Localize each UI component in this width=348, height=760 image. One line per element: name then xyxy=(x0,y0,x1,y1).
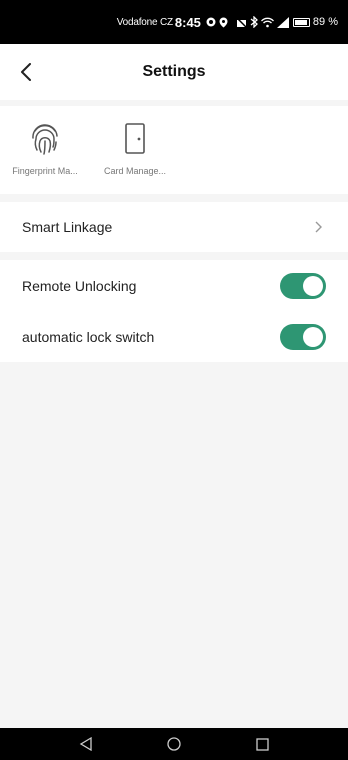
triangle-back-icon xyxy=(79,737,92,751)
mute-icon xyxy=(235,16,247,28)
battery-percent: 89 % xyxy=(312,16,338,28)
device-management-section: Fingerprint Ma... Card Manage... xyxy=(0,106,348,194)
automatic-lock-row: automatic lock switch xyxy=(0,312,348,362)
status-icons xyxy=(206,16,289,28)
toggle-knob xyxy=(303,327,323,347)
square-recents-icon xyxy=(255,737,269,751)
location-icon xyxy=(219,17,228,27)
notification-icon xyxy=(206,17,216,27)
battery-indicator: 89 % xyxy=(292,16,338,28)
fingerprint-management-item[interactable]: Fingerprint Ma... xyxy=(0,106,90,194)
nav-recents-button[interactable] xyxy=(251,733,273,755)
toggle-knob xyxy=(303,276,323,296)
signal-icon xyxy=(276,16,289,28)
app-header: Settings xyxy=(0,44,348,100)
nav-home-button[interactable] xyxy=(163,733,185,755)
back-button[interactable] xyxy=(12,58,40,86)
card-management-label: Card Manage... xyxy=(103,166,167,176)
smart-linkage-label: Smart Linkage xyxy=(22,219,113,235)
nav-back-button[interactable] xyxy=(75,733,97,755)
door-card-icon xyxy=(125,123,145,154)
battery-icon xyxy=(292,17,310,27)
chevron-right-icon xyxy=(312,220,326,234)
remote-unlocking-row: Remote Unlocking xyxy=(0,260,348,312)
card-management-item[interactable]: Card Manage... xyxy=(90,106,180,194)
remote-unlocking-toggle[interactable] xyxy=(280,273,326,299)
fingerprint-icon xyxy=(32,124,58,155)
automatic-lock-toggle[interactable] xyxy=(280,324,326,350)
circle-home-icon xyxy=(167,737,181,751)
navigation-bar xyxy=(0,728,348,760)
status-bar: Vodafone CZ 8:45 89 % xyxy=(0,0,348,44)
automatic-lock-label: automatic lock switch xyxy=(22,329,155,345)
fingerprint-management-label: Fingerprint Ma... xyxy=(12,166,78,176)
page-title: Settings xyxy=(142,63,206,80)
remote-unlocking-label: Remote Unlocking xyxy=(22,278,137,294)
bluetooth-icon xyxy=(250,16,258,28)
smart-linkage-row[interactable]: Smart Linkage xyxy=(0,202,348,252)
clock: 8:45 xyxy=(174,14,201,30)
wifi-icon xyxy=(260,17,274,27)
chevron-left-icon xyxy=(21,63,31,81)
carrier-name: Vodafone CZ xyxy=(116,16,173,28)
